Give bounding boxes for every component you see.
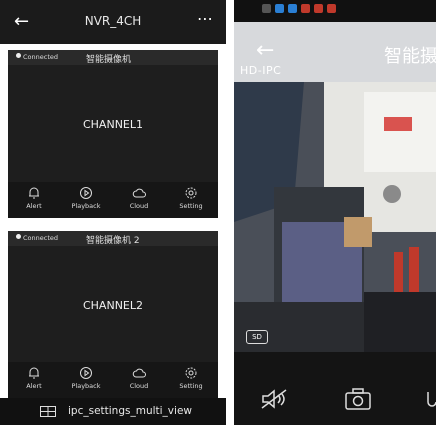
- alert-button[interactable]: Alert: [8, 366, 60, 390]
- setting-button[interactable]: Setting: [165, 366, 217, 390]
- gear-icon: [185, 187, 197, 199]
- camera-icon[interactable]: [344, 388, 372, 410]
- channel-label: CHANNEL2: [82, 299, 143, 312]
- mute-icon[interactable]: [260, 388, 290, 410]
- page-title: NVR_4CH: [84, 14, 142, 28]
- video-preview-2[interactable]: CHANNEL2: [8, 246, 218, 362]
- playback-button[interactable]: Playback: [60, 366, 112, 390]
- live-view-screen: ← HD-IPC 智能摄 SD: [234, 0, 436, 425]
- channel-card-2: Connected 智能摄像机 2 CHANNEL2 Alert Playbac…: [8, 231, 218, 398]
- gear-icon: [185, 367, 197, 379]
- top-bar: ← NVR_4CH ⋯: [0, 0, 226, 44]
- playback-icon: [80, 367, 92, 379]
- cloud-icon: [132, 188, 146, 198]
- playback-button[interactable]: Playback: [60, 186, 112, 210]
- grid-icon: [40, 406, 56, 417]
- card-actions: Alert Playback Cloud Setting: [8, 182, 218, 218]
- channel-card-1: Connected 智能摄像机 CHANNEL1 Alert Playback …: [8, 50, 218, 218]
- camera-name: 智能摄像机 2: [86, 236, 140, 246]
- camera-title: 智能摄: [384, 46, 436, 67]
- cloud-icon: [132, 368, 146, 378]
- more-icon[interactable]: ⋯: [197, 9, 214, 28]
- system-status-bar: [234, 0, 436, 22]
- video-preview-1[interactable]: CHANNEL1: [8, 65, 218, 182]
- hd-ipc-label: HD-IPC: [240, 64, 282, 77]
- channel-label: CHANNEL1: [82, 118, 143, 131]
- playback-icon: [80, 187, 92, 199]
- multi-view-bar[interactable]: ipc_settings_multi_view: [0, 398, 226, 425]
- live-controls: [234, 352, 436, 425]
- card-header: Connected 智能摄像机: [8, 50, 218, 65]
- arrow-left-icon[interactable]: ←: [256, 38, 274, 63]
- card-actions: Alert Playback Cloud Setting: [8, 362, 218, 398]
- bell-icon: [29, 187, 39, 199]
- status-connected: Connected: [16, 53, 58, 61]
- camera-name: 智能摄像机: [86, 55, 132, 65]
- alert-button[interactable]: Alert: [8, 186, 60, 210]
- status-icons: [262, 4, 340, 13]
- cloud-button[interactable]: Cloud: [113, 186, 165, 210]
- card-header: Connected 智能摄像机 2: [8, 231, 218, 246]
- multi-view-label: ipc_settings_multi_view: [68, 405, 192, 417]
- status-connected: Connected: [16, 234, 58, 242]
- quality-badge[interactable]: SD: [246, 330, 268, 344]
- setting-button[interactable]: Setting: [165, 186, 217, 210]
- partial-icon[interactable]: [426, 388, 436, 410]
- cloud-button[interactable]: Cloud: [113, 366, 165, 390]
- live-video-feed[interactable]: ← HD-IPC 智能摄 SD: [234, 22, 436, 352]
- device-list-screen: ← NVR_4CH ⋯ Connected 智能摄像机 CHANNEL1 Ale…: [0, 0, 226, 425]
- bell-icon: [29, 367, 39, 379]
